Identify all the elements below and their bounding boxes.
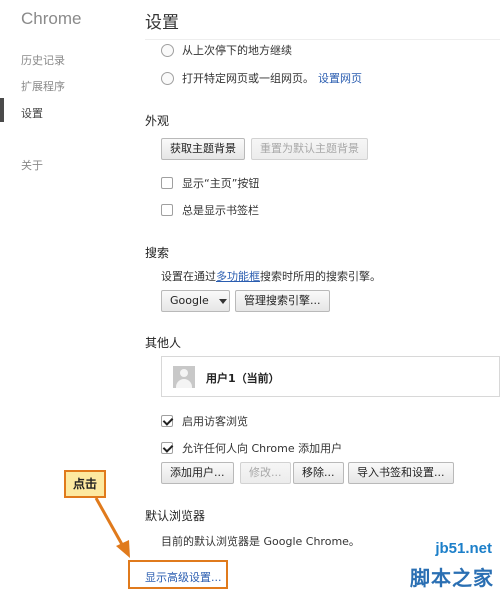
profile-list[interactable]: 用户1（当前） (161, 356, 500, 397)
default-browser-description: 目前的默认浏览器是 Google Chrome。 (161, 535, 360, 548)
page-title: 设置 (145, 13, 179, 33)
edit-user-button[interactable]: 修改... (240, 462, 291, 484)
click-callout: 点击 (64, 470, 106, 498)
checkbox-checked-icon[interactable] (161, 415, 173, 427)
sidebar: Chrome 历史记录 扩展程序 设置 关于 (0, 0, 125, 596)
appearance-heading: 外观 (145, 114, 170, 128)
people-heading: 其他人 (145, 336, 182, 350)
watermark-site: jb51.net (435, 540, 492, 557)
show-home-option[interactable]: 显示“主页”按钮 (161, 175, 259, 191)
show-bookmarks-label: 总是显示书签栏 (182, 204, 259, 217)
active-nav-indicator (0, 98, 4, 122)
profile-name: 用户1（当前） (206, 372, 280, 385)
set-pages-link[interactable]: 设置网页 (318, 70, 362, 86)
avatar-icon (173, 366, 195, 388)
chevron-down-icon (218, 298, 227, 304)
search-heading: 搜索 (145, 246, 170, 260)
sidebar-item-about[interactable]: 关于 (21, 157, 43, 173)
sidebar-item-settings[interactable]: 设置 (21, 105, 43, 121)
search-description: 设置在通过多功能框搜索时所用的搜索引擎。 (161, 268, 381, 284)
sidebar-item-extensions[interactable]: 扩展程序 (21, 78, 65, 94)
omnibox-link[interactable]: 多功能框 (216, 270, 260, 283)
default-browser-heading: 默认浏览器 (145, 509, 206, 523)
search-desc-prefix: 设置在通过 (161, 270, 216, 283)
sidebar-item-history[interactable]: 历史记录 (21, 52, 65, 68)
show-home-label: 显示“主页”按钮 (182, 177, 260, 190)
startup-continue-option[interactable]: 从上次停下的地方继续 (161, 42, 292, 58)
search-desc-suffix: 搜索时所用的搜索引擎。 (260, 270, 381, 283)
startup-continue-label: 从上次停下的地方继续 (182, 44, 292, 57)
guest-browsing-option[interactable]: 启用访客浏览 (161, 413, 248, 429)
startup-open-pages-label: 打开特定网页或一组网页。 (182, 72, 314, 85)
watermark-logo: jb51.net 脚本之家 (404, 538, 500, 596)
allow-add-users-option[interactable]: 允许任何人向 Chrome 添加用户 (161, 440, 342, 456)
manage-search-engines-button[interactable]: 管理搜索引擎... (235, 290, 330, 312)
header-divider (145, 39, 500, 40)
allow-add-users-label: 允许任何人向 Chrome 添加用户 (182, 442, 343, 455)
show-bookmarks-option[interactable]: 总是显示书签栏 (161, 202, 259, 218)
search-engine-value: Google (170, 294, 209, 307)
startup-open-pages-option[interactable]: 打开特定网页或一组网页。 设置网页 (161, 70, 362, 86)
checkbox-checked-icon[interactable] (161, 442, 173, 454)
remove-user-button[interactable]: 移除... (293, 462, 344, 484)
radio-icon[interactable] (161, 71, 174, 85)
sidebar-brand: Chrome (21, 9, 82, 28)
import-bookmarks-button[interactable]: 导入书签和设置... (348, 462, 454, 484)
add-user-button[interactable]: 添加用户... (161, 462, 234, 484)
watermark-name: 脚本之家 (410, 566, 494, 590)
get-themes-button[interactable]: 获取主题背景 (161, 138, 245, 160)
checkbox-icon[interactable] (161, 177, 173, 189)
radio-icon[interactable] (161, 43, 174, 57)
search-engine-select[interactable]: Google (161, 290, 230, 312)
checkbox-icon[interactable] (161, 204, 173, 216)
reset-theme-button[interactable]: 重置为默认主题背景 (251, 138, 368, 160)
show-advanced-settings-link[interactable]: 显示高级设置... (145, 569, 222, 585)
guest-browsing-label: 启用访客浏览 (182, 415, 248, 428)
